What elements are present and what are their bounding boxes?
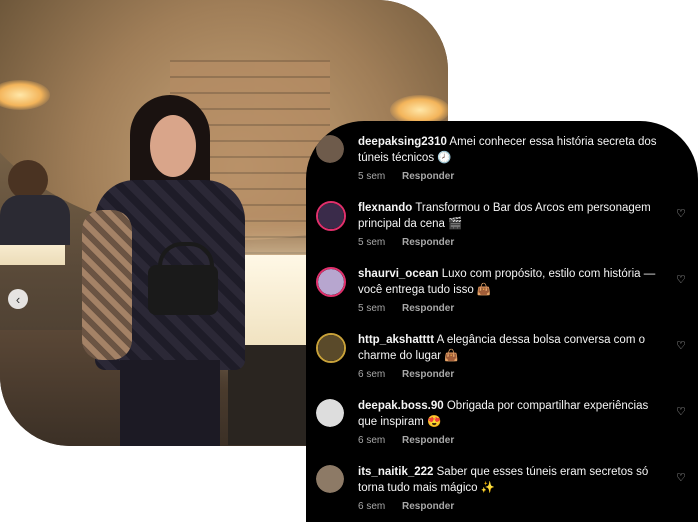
comment-text: its_naitik_222 Saber que esses túneis er…	[358, 465, 658, 496]
comment-meta: 5 sem Responder	[358, 303, 454, 314]
comment-time: 5 sem	[358, 303, 386, 314]
comment-text: deepaksing2310 Amei conhecer essa histór…	[358, 135, 658, 166]
reply-button[interactable]: Responder	[402, 369, 454, 380]
comment-text: shaurvi_ocean Luxo com propósito, estilo…	[358, 267, 658, 298]
avatar[interactable]	[316, 135, 344, 163]
reply-button[interactable]: Responder	[402, 237, 454, 248]
background-person-body	[0, 195, 70, 245]
comment-meta: 5 sem Responder	[358, 171, 454, 182]
comment-text: deepak.boss.90 Obrigada por compartilhar…	[358, 399, 658, 430]
woman-legs	[120, 360, 220, 446]
reply-button[interactable]: Responder	[402, 171, 454, 182]
heart-icon[interactable]: ♡	[676, 406, 688, 418]
comment-username[interactable]: its_naitik_222	[358, 466, 433, 478]
avatar[interactable]	[316, 399, 344, 427]
heart-icon[interactable]: ♡	[676, 208, 688, 220]
reply-button[interactable]: Responder	[402, 501, 454, 512]
comment-text: flexnando Transformou o Bar dos Arcos em…	[358, 201, 658, 232]
comment-username[interactable]: deepak.boss.90	[358, 400, 444, 412]
avatar[interactable]	[316, 333, 346, 363]
comment-meta: 6 sem Responder	[358, 501, 454, 512]
comment-time: 6 sem	[358, 501, 386, 512]
comment-username[interactable]: deepaksing2310	[358, 136, 447, 148]
comment-meta: 6 sem Responder	[358, 369, 454, 380]
comment-time: 6 sem	[358, 369, 386, 380]
comment-time: 5 sem	[358, 237, 386, 248]
chevron-glyph: ‹	[15, 291, 21, 307]
heart-icon[interactable]: ♡	[676, 340, 688, 352]
comment-username[interactable]: http_akshatttt	[358, 334, 434, 346]
heart-icon[interactable]: ♡	[676, 274, 688, 286]
woman-sleeve	[82, 210, 132, 360]
handbag	[148, 265, 218, 315]
reply-button[interactable]: Responder	[402, 435, 454, 446]
comment-meta: 6 sem Responder	[358, 435, 454, 446]
comment-text: http_akshatttt A elegância dessa bolsa c…	[358, 333, 658, 364]
background-person-head	[8, 160, 48, 200]
heart-icon[interactable]: ♡	[676, 472, 688, 484]
chevron-left-icon[interactable]: ‹	[8, 289, 28, 309]
comment-meta: 5 sem Responder	[358, 237, 454, 248]
comment-username[interactable]: flexnando	[358, 202, 412, 214]
comment-time: 6 sem	[358, 435, 386, 446]
comment-username[interactable]: shaurvi_ocean	[358, 268, 439, 280]
woman-face	[150, 115, 196, 177]
avatar[interactable]	[316, 267, 346, 297]
comment-time: 5 sem	[358, 171, 386, 182]
avatar[interactable]	[316, 201, 346, 231]
comments-panel: deepaksing2310 Amei conhecer essa histór…	[306, 121, 698, 522]
avatar[interactable]	[316, 465, 344, 493]
reply-button[interactable]: Responder	[402, 303, 454, 314]
